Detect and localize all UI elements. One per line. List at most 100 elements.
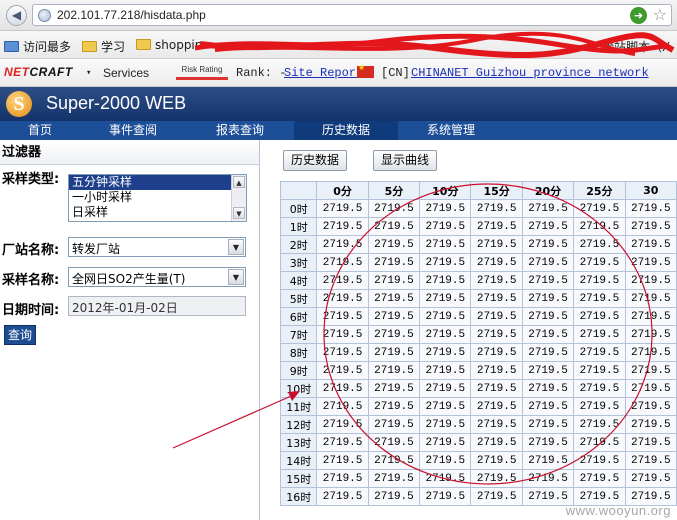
- nav-events[interactable]: 事件查阅: [80, 121, 186, 140]
- table-row: 6时 2719.5 2719.5 2719.5 2719.5 2719.5 2719.5 27…: [279, 307, 677, 326]
- table-row: 15时 2719.5 2719.5 2719.5 2719.5 2719.5 2719.5 2…: [279, 469, 677, 488]
- table-cell: 2719.5: [419, 433, 472, 452]
- sample-name-select[interactable]: 全网日SO2产生量(T) ▼: [68, 267, 246, 287]
- column-header: 25分: [573, 181, 626, 200]
- globe-icon: [38, 9, 51, 22]
- table-cell: 2719.5: [419, 469, 472, 488]
- table-cell: 2719.5: [521, 325, 575, 344]
- row-header: 7时: [279, 325, 318, 344]
- table-cell: 2719.5: [367, 325, 421, 344]
- date-field[interactable]: 2012年-01月-02日: [68, 296, 246, 316]
- table-cell: 2719.5: [573, 325, 626, 344]
- table-row: 12时 2719.5 2719.5 2719.5 2719.5 2719.5 2719.5 2…: [279, 415, 677, 434]
- chevron-down-icon[interactable]: ▼: [228, 239, 244, 255]
- table-cell: 2719.5: [521, 199, 575, 218]
- services-menu[interactable]: Services: [103, 66, 149, 80]
- table-cell: 2719.5: [624, 379, 677, 398]
- table-cell: 2719.5: [624, 397, 677, 416]
- table-cell: 2719.5: [316, 397, 369, 416]
- column-header: 20分: [521, 181, 575, 200]
- table-cell: 2719.5: [624, 451, 677, 470]
- query-button[interactable]: 查询: [4, 325, 36, 345]
- table-cell: 2719.5: [521, 361, 575, 380]
- table-cell: 2719.5: [470, 343, 523, 362]
- nav-reports[interactable]: 报表查询: [186, 121, 294, 140]
- table-cell: 2719.5: [573, 217, 626, 236]
- show-curve-button[interactable]: 显示曲线: [373, 150, 438, 171]
- row-header: 14时: [279, 451, 318, 470]
- row-header: 2时: [279, 235, 318, 254]
- table-cell: 2719.5: [470, 379, 523, 398]
- bookmark-label: 访问最多: [23, 40, 72, 54]
- table-cell: 2719.5: [573, 397, 626, 416]
- network-link[interactable]: CHINANET Guizhou province network: [411, 66, 649, 80]
- nav-history[interactable]: 历史数据: [294, 121, 398, 140]
- filter-panel: 过滤器 采样类型: 五分钟采样 一小时采样 日采样 ▲ ▼ 厂站名称: 转发厂站…: [0, 140, 260, 520]
- table-cell: 2719.5: [316, 433, 369, 452]
- table-cell: 2719.5: [419, 451, 472, 470]
- back-icon[interactable]: ◀: [6, 5, 27, 26]
- table-cell: 2719.5: [521, 235, 575, 254]
- browser-address-bar: ◀ 202.101.77.218/hisdata.php ➜ ☆: [0, 0, 677, 31]
- table-cell: 2719.5: [316, 325, 369, 344]
- table-cell: 2719.5: [367, 199, 421, 218]
- sample-type-listbox[interactable]: 五分钟采样 一小时采样 日采样 ▲ ▼: [68, 174, 247, 222]
- sample-type-option[interactable]: 日采样: [69, 205, 246, 220]
- table-cell: 2719.5: [521, 271, 575, 290]
- app-header: S Super-2000 WEB: [0, 87, 677, 121]
- table-cell: 2719.5: [521, 289, 575, 308]
- chevron-down-icon[interactable]: ▼: [228, 269, 244, 285]
- scroll-up-icon[interactable]: ▲: [233, 176, 245, 188]
- table-cell: 2719.5: [573, 361, 626, 380]
- risk-rating[interactable]: Risk Rating: [176, 64, 228, 80]
- table-cell: 2719.5: [316, 217, 369, 236]
- row-header: 1时: [279, 217, 318, 236]
- scroll-down-icon[interactable]: ▼: [233, 207, 245, 219]
- row-header: 6时: [279, 307, 318, 326]
- app-title: Super-2000 WEB: [46, 93, 187, 113]
- bookmark-xss[interactable]: 跨站脚本（X: [602, 38, 670, 55]
- row-header: 4时: [279, 271, 318, 290]
- column-header: 0分: [316, 181, 369, 200]
- table-cell: 2719.5: [470, 397, 523, 416]
- url-field[interactable]: 202.101.77.218/hisdata.php ➜ ☆: [32, 4, 672, 26]
- history-data-button[interactable]: 历史数据: [283, 150, 348, 171]
- row-header: 5时: [279, 289, 318, 308]
- row-header: 3时: [279, 253, 318, 272]
- row-header: 13时: [279, 433, 318, 452]
- table-cell: 2719.5: [624, 307, 677, 326]
- table-cell: 2719.5: [470, 217, 523, 236]
- table-cell: 2719.5: [573, 199, 626, 218]
- table-cell: 2719.5: [624, 433, 677, 452]
- site-report-link[interactable]: Site Report: [284, 66, 363, 80]
- nav-settings[interactable]: 系统管理: [398, 121, 504, 140]
- sample-type-option[interactable]: 五分钟采样: [69, 175, 246, 190]
- table-cell: 2719.5: [367, 451, 421, 470]
- table-cell: 2719.5: [367, 253, 421, 272]
- table-cell: 2719.5: [316, 361, 369, 380]
- bookmark-shopping[interactable]: shoppin: [136, 38, 202, 52]
- go-icon[interactable]: ➜: [630, 7, 647, 24]
- sample-type-option[interactable]: 一小时采样: [69, 190, 246, 205]
- table-cell: 2719.5: [367, 487, 421, 506]
- dropdown-arrow-icon[interactable]: ▾: [86, 68, 91, 78]
- bookmark-star-icon[interactable]: ☆: [653, 5, 667, 24]
- listbox-scrollbar[interactable]: ▲ ▼: [231, 175, 246, 221]
- netcraft-logo[interactable]: NETCRAFT: [4, 65, 73, 79]
- table-cell: 2719.5: [470, 235, 523, 254]
- row-header: 12时: [279, 415, 318, 434]
- bookmark-most-visited[interactable]: 访问最多: [4, 38, 71, 55]
- table-row: 4时 2719.5 2719.5 2719.5 2719.5 2719.5 2719.5 27…: [279, 271, 677, 290]
- table-cell: 2719.5: [470, 469, 523, 488]
- row-header: 16时: [279, 487, 318, 506]
- nav-home[interactable]: 首页: [0, 121, 80, 140]
- row-header: 10时: [279, 379, 318, 398]
- table-cell: 2719.5: [521, 253, 575, 272]
- table-cell: 2719.5: [470, 199, 523, 218]
- bookmark-study[interactable]: 学习: [82, 38, 125, 55]
- row-header: 0时: [279, 199, 318, 218]
- station-select[interactable]: 转发厂站 ▼: [68, 237, 246, 257]
- table-cell: 2719.5: [521, 217, 575, 236]
- column-header: 5分: [367, 181, 421, 200]
- table-cell: 2719.5: [316, 451, 369, 470]
